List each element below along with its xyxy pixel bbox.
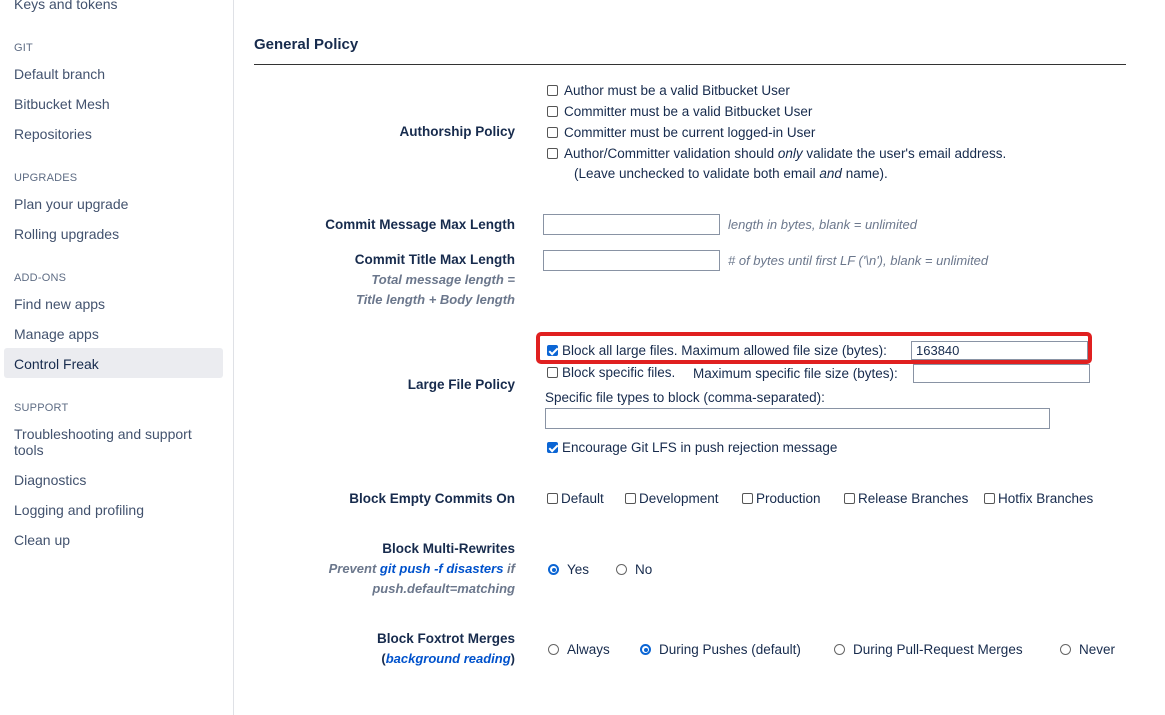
foxtrot-pull-request-radio[interactable]: During Pull-Request Merges [834, 642, 1023, 657]
option-label: During Pushes (default) [659, 642, 801, 657]
email-only-validation-checkbox[interactable]: Author/Committer validation should only … [547, 146, 1006, 161]
foxtrot-during-pushes-radio[interactable]: During Pushes (default) [640, 642, 801, 657]
block-specific-files-checkbox[interactable]: Block specific files. [547, 365, 675, 380]
sidebar-item-find-new-apps[interactable]: Find new apps [14, 296, 105, 312]
commit-title-sub-1: Total message length = [371, 272, 515, 287]
commit-title-max-hint: # of bytes until first LF ('\n'), blank … [728, 253, 989, 268]
radio-circle[interactable] [640, 644, 651, 655]
commit-message-max-hint: length in bytes, blank = unlimited [728, 217, 917, 232]
option-label: Development [639, 491, 719, 506]
multi-rewrites-yes-radio[interactable]: Yes [548, 562, 589, 577]
checkbox-box[interactable] [625, 493, 636, 504]
sidebar-item-rolling-upgrades[interactable]: Rolling upgrades [14, 226, 119, 242]
sidebar-heading-git: GIT [14, 42, 33, 54]
checkbox-box[interactable] [547, 493, 558, 504]
sidebar-item-troubleshooting[interactable]: Troubleshooting and support tools [14, 426, 214, 458]
checkbox-box[interactable] [547, 367, 558, 378]
option-label: Author must be a valid Bitbucket User [564, 83, 790, 98]
sidebar-item-default-branch[interactable]: Default branch [14, 66, 105, 82]
specific-file-size-input[interactable] [913, 364, 1090, 383]
sidebar-heading-add-ons: ADD-ONS [14, 272, 67, 284]
page-title: General Policy [254, 36, 359, 53]
annotation-highlight-box [536, 332, 1092, 364]
committer-logged-in-checkbox[interactable]: Committer must be current logged-in User [547, 125, 815, 140]
option-label: Never [1079, 642, 1116, 657]
sidebar-item-control-freak[interactable]: Control Freak [14, 356, 99, 372]
file-types-label: Specific file types to block (comma-sepa… [545, 390, 825, 405]
encourage-git-lfs-checkbox[interactable]: Encourage Git LFS in push rejection mess… [547, 440, 837, 455]
option-label: No [635, 562, 653, 577]
option-label: Committer must be current logged-in User [564, 125, 816, 140]
checkbox-box[interactable] [547, 442, 558, 453]
radio-circle[interactable] [616, 564, 627, 575]
sidebar-item-repositories[interactable]: Repositories [14, 126, 92, 142]
block-foxtrot-merges-label: Block Foxtrot Merges [376, 631, 515, 646]
radio-circle[interactable] [548, 644, 559, 655]
block-multi-rewrites-label: Block Multi-Rewrites [382, 541, 515, 556]
option-label: Always [567, 642, 610, 657]
empty-commits-production-checkbox[interactable]: Production [742, 491, 821, 506]
multi-rewrites-sub-1: Prevent git push -f disasters if [328, 561, 515, 576]
option-label: Encourage Git LFS in push rejection mess… [562, 440, 838, 455]
option-label: Hotfix Branches [998, 491, 1094, 506]
checkbox-box[interactable] [547, 85, 558, 96]
author-valid-user-checkbox[interactable]: Author must be a valid Bitbucket User [547, 83, 790, 98]
foxtrot-always-radio[interactable]: Always [548, 642, 610, 657]
commit-message-max-label: Commit Message Max Length [325, 217, 515, 232]
checkbox-box[interactable] [547, 106, 558, 117]
sidebar-item-clean-up[interactable]: Clean up [14, 532, 70, 548]
background-reading-link[interactable]: background reading [386, 651, 511, 666]
option-label: Production [756, 491, 821, 506]
sidebar-item-logging-profiling[interactable]: Logging and profiling [14, 502, 144, 518]
sidebar-item-diagnostics[interactable]: Diagnostics [14, 472, 86, 488]
option-label: Committer must be a valid Bitbucket User [564, 104, 813, 119]
sidebar-heading-upgrades: UPGRADES [14, 172, 78, 184]
commit-title-max-label: Commit Title Max Length [354, 252, 515, 267]
option-label: Block specific files. [562, 365, 676, 380]
option-label: Author/Committer validation should only … [564, 146, 1007, 161]
checkbox-box[interactable] [547, 127, 558, 138]
empty-commits-default-checkbox[interactable]: Default [547, 491, 604, 506]
authorship-policy-label: Authorship Policy [399, 124, 515, 139]
large-file-policy-label: Large File Policy [407, 377, 515, 392]
empty-commits-release-checkbox[interactable]: Release Branches [844, 491, 968, 506]
option-label: Default [561, 491, 604, 506]
main-content: General Policy Authorship Policy Author … [234, 0, 1165, 715]
multi-rewrites-sub-2: push.default=matching [372, 581, 515, 596]
checkbox-box[interactable] [742, 493, 753, 504]
checkbox-box[interactable] [844, 493, 855, 504]
multi-rewrites-no-radio[interactable]: No [616, 562, 652, 577]
sidebar-heading-support: SUPPORT [14, 402, 69, 414]
radio-circle[interactable] [1060, 644, 1071, 655]
foxtrot-sub: (background reading) [381, 651, 515, 666]
file-types-input[interactable] [545, 408, 1050, 429]
git-push-disasters-link[interactable]: git push -f disasters [380, 561, 504, 576]
radio-circle[interactable] [834, 644, 845, 655]
sidebar-item-manage-apps[interactable]: Manage apps [14, 326, 99, 342]
empty-commits-hotfix-checkbox[interactable]: Hotfix Branches [984, 491, 1093, 506]
commit-message-max-input[interactable] [543, 214, 720, 235]
block-empty-commits-label: Block Empty Commits On [349, 491, 515, 506]
checkbox-box[interactable] [547, 148, 558, 159]
checkbox-box[interactable] [984, 493, 995, 504]
specific-file-size-label: Maximum specific file size (bytes): [693, 366, 898, 381]
option-label: Release Branches [858, 491, 969, 506]
option-label: Yes [567, 562, 590, 577]
radio-circle[interactable] [548, 564, 559, 575]
admin-sidebar: Keys and tokens GIT Default branch Bitbu… [0, 0, 234, 715]
title-divider [254, 64, 1126, 65]
empty-commits-development-checkbox[interactable]: Development [625, 491, 719, 506]
committer-valid-user-checkbox[interactable]: Committer must be a valid Bitbucket User [547, 104, 812, 119]
email-only-note: (Leave unchecked to validate both email … [574, 166, 888, 181]
commit-title-max-input[interactable] [543, 250, 720, 271]
commit-title-sub-2: Title length + Body length [355, 292, 515, 307]
sidebar-item-keys-and-tokens[interactable]: Keys and tokens [14, 0, 118, 12]
sidebar-item-plan-upgrade[interactable]: Plan your upgrade [14, 196, 128, 212]
foxtrot-never-radio[interactable]: Never [1060, 642, 1115, 657]
sidebar-item-bitbucket-mesh[interactable]: Bitbucket Mesh [14, 96, 110, 112]
option-label: During Pull-Request Merges [853, 642, 1023, 657]
